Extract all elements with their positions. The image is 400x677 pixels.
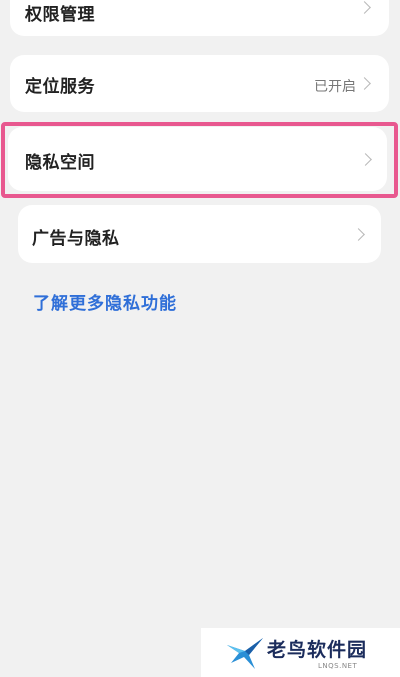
watermark-brand: 老鸟软件园 bbox=[267, 639, 368, 661]
settings-item-label: 权限管理 bbox=[25, 5, 95, 25]
chevron-right-icon bbox=[352, 228, 365, 241]
settings-item-location-services[interactable]: 定位服务 已开启 bbox=[10, 55, 389, 112]
chevron-right-icon bbox=[359, 153, 372, 166]
location-status-value: 已开启 bbox=[314, 79, 356, 95]
chevron-right-icon bbox=[358, 1, 371, 14]
learn-more-privacy-link[interactable]: 了解更多隐私功能 bbox=[33, 289, 177, 314]
settings-item-label: 隐私空间 bbox=[25, 153, 95, 173]
settings-item-ads-privacy[interactable]: 广告与隐私 bbox=[18, 205, 381, 263]
settings-item-permission-management[interactable]: 权限管理 bbox=[10, 0, 389, 36]
settings-item-privacy-space[interactable]: 隐私空间 bbox=[8, 127, 387, 191]
watermark-url: LNQS.NET bbox=[318, 662, 358, 670]
settings-item-label: 定位服务 bbox=[25, 77, 95, 97]
settings-item-label: 广告与隐私 bbox=[32, 229, 120, 249]
chevron-right-icon bbox=[358, 77, 371, 90]
watermark: 老鸟软件园 LNQS.NET bbox=[201, 628, 400, 677]
bird-logo-icon bbox=[227, 638, 263, 669]
